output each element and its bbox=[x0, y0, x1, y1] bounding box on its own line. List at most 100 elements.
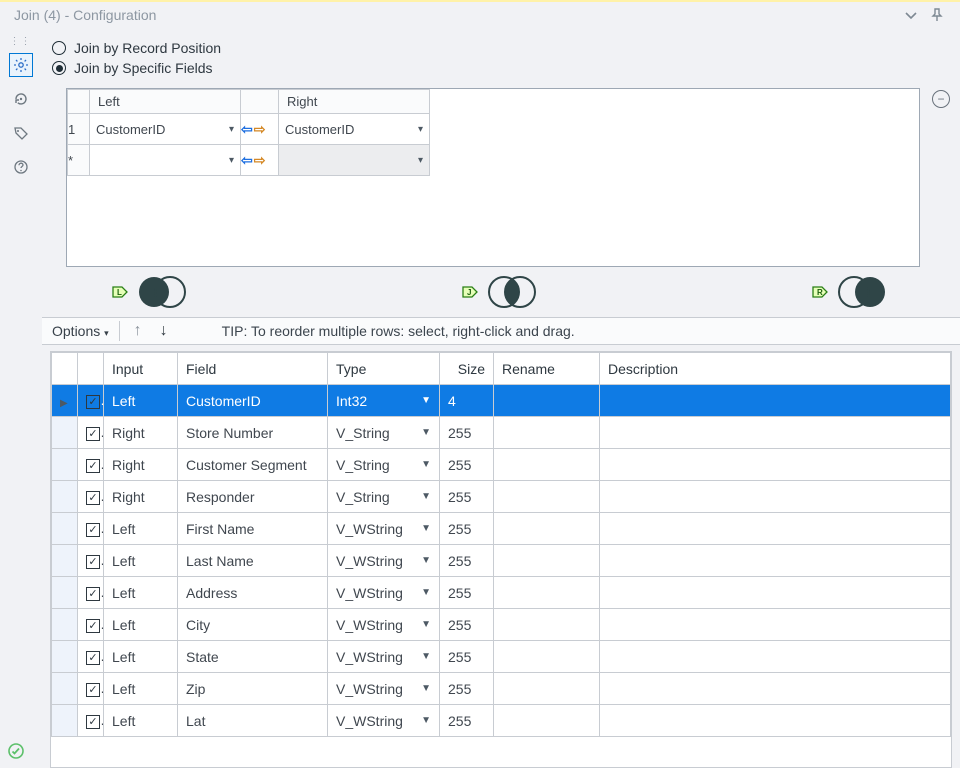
row-checkbox[interactable]: ✓ bbox=[78, 417, 104, 449]
cell-type-dropdown[interactable]: V_WString▼ bbox=[328, 705, 440, 737]
row-checkbox[interactable]: ✓ bbox=[78, 385, 104, 417]
row-checkbox[interactable]: ✓ bbox=[78, 577, 104, 609]
cell-description[interactable] bbox=[600, 705, 951, 737]
cell-description[interactable] bbox=[600, 609, 951, 641]
cell-description[interactable] bbox=[600, 673, 951, 705]
row-handle[interactable]: ▶ bbox=[52, 385, 78, 417]
cell-rename[interactable] bbox=[494, 449, 600, 481]
cell-rename[interactable] bbox=[494, 641, 600, 673]
row-handle[interactable] bbox=[52, 449, 78, 481]
row-checkbox[interactable]: ✓ bbox=[78, 609, 104, 641]
table-row[interactable]: ✓LeftZipV_WString▼255 bbox=[52, 673, 951, 705]
radio-join-by-fields[interactable]: Join by Specific Fields bbox=[52, 60, 950, 76]
cell-size[interactable]: 255 bbox=[440, 609, 494, 641]
gear-icon[interactable] bbox=[9, 53, 33, 77]
cell-description[interactable] bbox=[600, 641, 951, 673]
row-checkbox[interactable]: ✓ bbox=[78, 705, 104, 737]
cell-rename[interactable] bbox=[494, 705, 600, 737]
col-rename[interactable]: Rename bbox=[494, 353, 600, 385]
table-row[interactable]: ✓RightResponderV_String▼255 bbox=[52, 481, 951, 513]
cell-size[interactable]: 255 bbox=[440, 641, 494, 673]
cell-type-dropdown[interactable]: Int32▼ bbox=[328, 385, 440, 417]
collapse-icon[interactable] bbox=[902, 6, 920, 24]
row-checkbox[interactable]: ✓ bbox=[78, 673, 104, 705]
cell-rename[interactable] bbox=[494, 577, 600, 609]
cell-size[interactable]: 255 bbox=[440, 449, 494, 481]
cell-description[interactable] bbox=[600, 449, 951, 481]
options-dropdown[interactable]: Options ▾ bbox=[52, 323, 109, 339]
cell-rename[interactable] bbox=[494, 673, 600, 705]
help-icon[interactable] bbox=[9, 155, 33, 179]
jf-left-select[interactable]: ▾ bbox=[90, 145, 240, 175]
move-down-button[interactable]: ↓ bbox=[156, 322, 172, 340]
col-type[interactable]: Type bbox=[328, 353, 440, 385]
table-row[interactable]: ✓RightStore NumberV_String▼255 bbox=[52, 417, 951, 449]
row-handle[interactable] bbox=[52, 513, 78, 545]
cell-description[interactable] bbox=[600, 577, 951, 609]
row-checkbox[interactable]: ✓ bbox=[78, 449, 104, 481]
cell-description[interactable] bbox=[600, 513, 951, 545]
cell-type-dropdown[interactable]: V_WString▼ bbox=[328, 641, 440, 673]
cell-description[interactable] bbox=[600, 545, 951, 577]
cell-rename[interactable] bbox=[494, 609, 600, 641]
col-size[interactable]: Size bbox=[440, 353, 494, 385]
row-checkbox[interactable]: ✓ bbox=[78, 481, 104, 513]
cell-description[interactable] bbox=[600, 481, 951, 513]
cell-rename[interactable] bbox=[494, 481, 600, 513]
col-description[interactable]: Description bbox=[600, 353, 951, 385]
row-handle[interactable] bbox=[52, 705, 78, 737]
cell-size[interactable]: 255 bbox=[440, 481, 494, 513]
cell-rename[interactable] bbox=[494, 417, 600, 449]
fields-grid-scroll[interactable]: Input Field Type Size Rename Description… bbox=[51, 352, 951, 767]
cell-size[interactable]: 255 bbox=[440, 705, 494, 737]
cell-size[interactable]: 255 bbox=[440, 513, 494, 545]
row-handle[interactable] bbox=[52, 545, 78, 577]
cell-rename[interactable] bbox=[494, 545, 600, 577]
table-row[interactable]: ✓LeftLatV_WString▼255 bbox=[52, 705, 951, 737]
table-row[interactable]: ▶✓LeftCustomerIDInt32▼4 bbox=[52, 385, 951, 417]
cell-size[interactable]: 255 bbox=[440, 417, 494, 449]
swap-fields-button[interactable]: ⇦⇨ bbox=[241, 152, 265, 169]
col-input[interactable]: Input bbox=[104, 353, 178, 385]
cell-type-dropdown[interactable]: V_WString▼ bbox=[328, 513, 440, 545]
cell-type-dropdown[interactable]: V_WString▼ bbox=[328, 673, 440, 705]
jf-right-select[interactable]: CustomerID▾ bbox=[279, 114, 429, 144]
table-row[interactable]: ✓LeftFirst NameV_WString▼255 bbox=[52, 513, 951, 545]
cell-type-dropdown[interactable]: V_WString▼ bbox=[328, 609, 440, 641]
row-handle[interactable] bbox=[52, 673, 78, 705]
cell-type-dropdown[interactable]: V_String▼ bbox=[328, 481, 440, 513]
pin-icon[interactable] bbox=[928, 6, 946, 24]
row-handle[interactable] bbox=[52, 577, 78, 609]
table-row[interactable]: ✓LeftStateV_WString▼255 bbox=[52, 641, 951, 673]
col-field[interactable]: Field bbox=[178, 353, 328, 385]
swap-fields-button[interactable]: ⇦⇨ bbox=[241, 121, 265, 138]
table-row[interactable]: ✓RightCustomer SegmentV_String▼255 bbox=[52, 449, 951, 481]
cell-type-dropdown[interactable]: V_WString▼ bbox=[328, 545, 440, 577]
row-handle[interactable] bbox=[52, 417, 78, 449]
cell-type-dropdown[interactable]: V_String▼ bbox=[328, 449, 440, 481]
cell-rename[interactable] bbox=[494, 385, 600, 417]
tag-icon[interactable] bbox=[9, 121, 33, 145]
row-checkbox[interactable]: ✓ bbox=[78, 513, 104, 545]
cell-type-dropdown[interactable]: V_WString▼ bbox=[328, 577, 440, 609]
cell-size[interactable]: 255 bbox=[440, 577, 494, 609]
row-handle[interactable] bbox=[52, 481, 78, 513]
cell-rename[interactable] bbox=[494, 513, 600, 545]
row-checkbox[interactable]: ✓ bbox=[78, 545, 104, 577]
jf-left-select[interactable]: CustomerID▾ bbox=[90, 114, 240, 144]
row-handle[interactable] bbox=[52, 641, 78, 673]
row-handle[interactable] bbox=[52, 609, 78, 641]
cell-description[interactable] bbox=[600, 385, 951, 417]
cell-type-dropdown[interactable]: V_String▼ bbox=[328, 417, 440, 449]
table-row[interactable]: ✓LeftCityV_WString▼255 bbox=[52, 609, 951, 641]
cell-description[interactable] bbox=[600, 417, 951, 449]
radio-join-by-position[interactable]: Join by Record Position bbox=[52, 40, 950, 56]
cell-size[interactable]: 255 bbox=[440, 545, 494, 577]
row-checkbox[interactable]: ✓ bbox=[78, 641, 104, 673]
cell-size[interactable]: 255 bbox=[440, 673, 494, 705]
remove-join-row-button[interactable]: − bbox=[932, 90, 950, 108]
cell-size[interactable]: 4 bbox=[440, 385, 494, 417]
refresh-icon[interactable] bbox=[9, 87, 33, 111]
table-row[interactable]: ✓LeftLast NameV_WString▼255 bbox=[52, 545, 951, 577]
table-row[interactable]: ✓LeftAddressV_WString▼255 bbox=[52, 577, 951, 609]
